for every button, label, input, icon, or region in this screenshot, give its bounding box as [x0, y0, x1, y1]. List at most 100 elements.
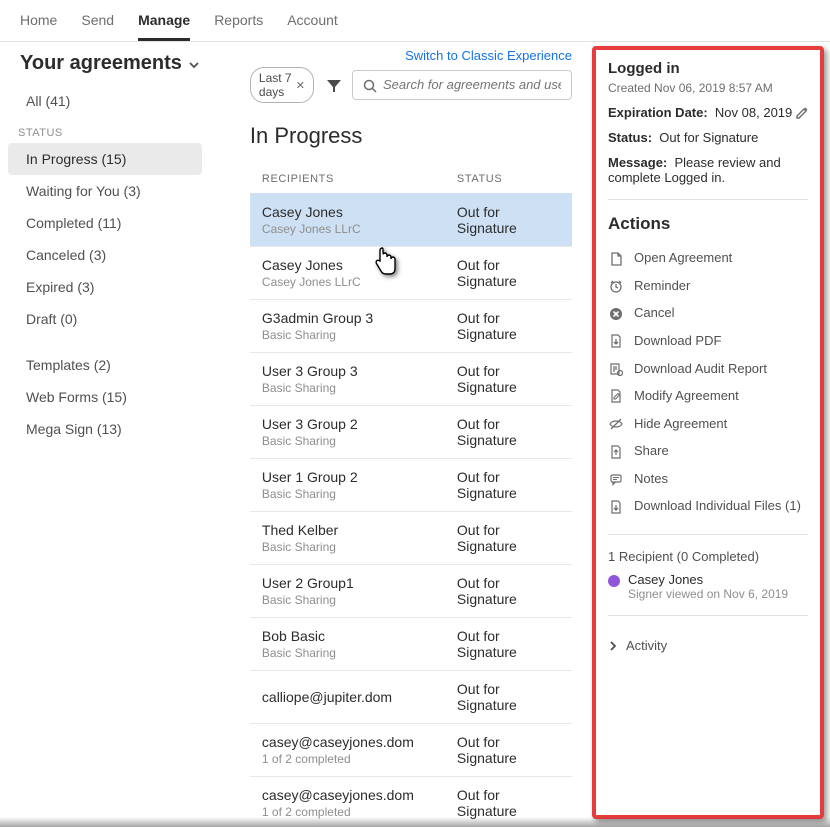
recipient-name: User 1 Group 2: [262, 469, 457, 485]
nav-manage[interactable]: Manage: [138, 12, 190, 41]
nav-send[interactable]: Send: [81, 12, 114, 41]
action-download-audit-report[interactable]: Download Audit Report: [608, 354, 808, 382]
chevron-down-icon: [188, 56, 200, 72]
sidebar-all[interactable]: All (41): [8, 85, 202, 117]
search-icon: [363, 77, 377, 93]
recipient-sub: Signer viewed on Nov 6, 2019: [628, 587, 788, 601]
action-label: Open Agreement: [634, 250, 732, 265]
page-title-row[interactable]: Your agreements: [20, 52, 200, 75]
edit-icon[interactable]: [796, 105, 808, 119]
recipient-name: Bob Basic: [262, 628, 457, 644]
recipient-row[interactable]: Casey Jones Signer viewed on Nov 6, 2019: [608, 572, 808, 601]
list-heading: In Progress: [250, 123, 572, 149]
action-notes[interactable]: Notes: [608, 465, 808, 493]
recipient-name: User 3 Group 3: [262, 363, 457, 379]
filter-chip-last7days[interactable]: Last 7 days ✕: [250, 67, 314, 103]
recipient-name: calliope@jupiter.dom: [262, 689, 457, 705]
action-hide-agreement[interactable]: Hide Agreement: [608, 409, 808, 437]
col-recipients: RECIPIENTS: [262, 173, 457, 185]
table-row[interactable]: Bob Basic Basic SharingOut for Signature: [250, 617, 572, 670]
action-label: Download PDF: [634, 333, 721, 348]
table-row[interactable]: User 2 Group1Basic SharingOut for Signat…: [250, 564, 572, 617]
table-row[interactable]: G3admin Group 3Basic SharingOut for Sign…: [250, 299, 572, 352]
close-icon[interactable]: ✕: [296, 79, 305, 92]
action-reminder[interactable]: Reminder: [608, 272, 808, 300]
sidebar-canceled[interactable]: Canceled (3): [8, 239, 202, 271]
agreements-list: In Progress RECIPIENTS STATUS Casey Jone…: [230, 113, 592, 825]
recipient-sub: Casey Jones LLrC: [262, 275, 457, 289]
notes-icon: [608, 471, 624, 487]
nav-account[interactable]: Account: [287, 12, 338, 41]
sidebar-status-header: STATUS: [0, 117, 210, 143]
status-cell: Out for Signature: [457, 522, 560, 554]
status-cell: Out for Signature: [457, 734, 560, 766]
recipient-name: casey@caseyjones.dom: [262, 787, 457, 803]
files-icon: [608, 498, 624, 514]
status-cell: Out for Signature: [457, 363, 560, 395]
table-row[interactable]: Thed KelberBasic SharingOut for Signatur…: [250, 511, 572, 564]
status-cell: Out for Signature: [457, 469, 560, 501]
table-row[interactable]: User 3 Group 3Basic SharingOut for Signa…: [250, 352, 572, 405]
action-label: Notes: [634, 471, 668, 486]
recipient-sub: Casey Jones LLrC: [262, 222, 457, 236]
sidebar-webforms[interactable]: Web Forms (15): [8, 381, 202, 413]
actions-header: Actions: [608, 214, 808, 234]
recipient-sub: Basic Sharing: [262, 487, 457, 501]
action-cancel[interactable]: Cancel: [608, 299, 808, 327]
recipient-name: Casey Jones: [628, 572, 788, 587]
search-input[interactable]: [383, 77, 561, 92]
detail-expiration: Expiration Date: Nov 08, 2019: [608, 105, 808, 120]
detail-status: Status: Out for Signature: [608, 130, 808, 145]
nav-reports[interactable]: Reports: [214, 12, 263, 41]
status-cell: Out for Signature: [457, 416, 560, 448]
nav-home[interactable]: Home: [20, 12, 57, 41]
sidebar-expired[interactable]: Expired (3): [8, 271, 202, 303]
table-row[interactable]: casey@caseyjones.dom1 of 2 completedOut …: [250, 723, 572, 776]
sidebar-megasign[interactable]: Mega Sign (13): [8, 413, 202, 445]
table-row[interactable]: User 3 Group 2Basic SharingOut for Signa…: [250, 405, 572, 458]
status-cell: Out for Signature: [457, 204, 560, 236]
recipient-sub: 1 of 2 completed: [262, 752, 457, 766]
sidebar-in-progress[interactable]: In Progress (15): [8, 143, 202, 175]
classic-experience-link[interactable]: Switch to Classic Experience: [230, 42, 592, 63]
action-label: Hide Agreement: [634, 416, 727, 431]
activity-toggle[interactable]: Activity: [608, 630, 808, 661]
action-open-agreement[interactable]: Open Agreement: [608, 244, 808, 272]
table-row[interactable]: Casey JonesCasey Jones LLrCOut for Signa…: [250, 193, 572, 246]
status-cell: Out for Signature: [457, 575, 560, 607]
audit-icon: [608, 360, 624, 376]
sidebar-completed[interactable]: Completed (11): [8, 207, 202, 239]
filter-chip-label: Last 7 days: [259, 71, 292, 99]
filter-icon[interactable]: [326, 76, 342, 93]
recipient-name: User 3 Group 2: [262, 416, 457, 432]
action-modify-agreement[interactable]: Modify Agreement: [608, 382, 808, 410]
modify-icon: [608, 388, 624, 404]
status-cell: Out for Signature: [457, 681, 560, 713]
table-row[interactable]: casey@caseyjones.dom1 of 2 completedOut …: [250, 776, 572, 825]
action-label: Reminder: [634, 278, 690, 293]
table-row[interactable]: Casey JonesCasey Jones LLrCOut for Signa…: [250, 246, 572, 299]
sidebar-draft[interactable]: Draft (0): [8, 303, 202, 335]
recipients-summary: 1 Recipient (0 Completed): [608, 549, 808, 564]
sidebar-waiting[interactable]: Waiting for You (3): [8, 175, 202, 207]
status-cell: Out for Signature: [457, 628, 560, 660]
recipient-sub: Basic Sharing: [262, 328, 457, 342]
action-download-individual-files-1-[interactable]: Download Individual Files (1): [608, 492, 808, 520]
recipient-sub: Basic Sharing: [262, 646, 457, 660]
sidebar: All (41) STATUS In Progress (15) Waiting…: [0, 75, 210, 455]
table-row[interactable]: User 1 Group 2 Basic SharingOut for Signa…: [250, 458, 572, 511]
chevron-right-icon: [608, 638, 618, 653]
action-download-pdf[interactable]: Download PDF: [608, 327, 808, 355]
recipient-name: User 2 Group1: [262, 575, 457, 591]
clock-icon: [608, 278, 624, 294]
sidebar-templates[interactable]: Templates (2): [8, 349, 202, 381]
action-label: Download Individual Files (1): [634, 498, 801, 513]
detail-message: Message: Please review and complete Logg…: [608, 155, 808, 185]
table-row[interactable]: calliope@jupiter.domOut for Signature: [250, 670, 572, 723]
action-share[interactable]: Share: [608, 437, 808, 465]
detail-panel: Logged in Created Nov 06, 2019 8:57 AM E…: [592, 46, 824, 819]
detail-title: Logged in: [608, 60, 808, 77]
recipient-status-dot: [608, 575, 620, 587]
search-box[interactable]: [352, 70, 572, 100]
cancel-icon: [608, 305, 624, 321]
